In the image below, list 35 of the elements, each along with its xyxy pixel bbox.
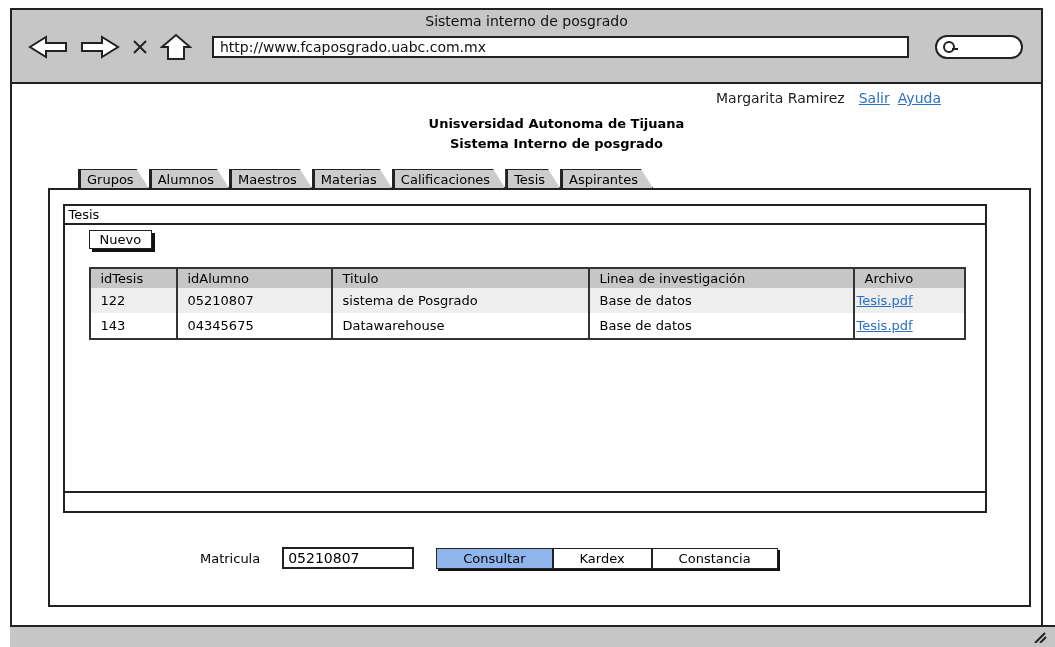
column-header: idAlumno — [175, 269, 331, 288]
tab[interactable]: Materias — [311, 169, 392, 188]
header-link[interactable]: Salir — [858, 90, 890, 106]
table-cell: 05210807 — [175, 288, 331, 313]
action-button[interactable]: Consultar — [437, 548, 552, 568]
forward-arrow-icon[interactable] — [80, 35, 120, 59]
user-name: Margarita Ramirez — [716, 90, 845, 106]
table-cell: Base de datos — [587, 288, 853, 313]
home-icon[interactable] — [160, 33, 192, 61]
tab[interactable]: Maestros — [229, 169, 312, 188]
panel-title: Tesis — [64, 206, 985, 225]
close-icon[interactable] — [132, 39, 148, 55]
matricula-field[interactable]: 05210807 — [282, 547, 415, 569]
page-heading: Sistema Interno de posgrado — [450, 136, 663, 151]
resize-grip-icon[interactable] — [1033, 631, 1047, 643]
back-arrow-icon[interactable] — [28, 35, 68, 59]
tab[interactable]: Aspirantes — [560, 169, 653, 188]
column-header: Titulo — [330, 269, 588, 288]
tab[interactable]: Tesis — [505, 169, 561, 188]
file-link[interactable]: Tesis.pdf — [856, 318, 913, 333]
column-header: Linea de investigación — [587, 269, 853, 288]
search-icon[interactable] — [935, 34, 1025, 60]
column-header: idTesis — [90, 269, 176, 288]
window-title: Sistema interno de posgrado — [425, 13, 628, 29]
table-cell: 122 — [90, 288, 176, 313]
url-field[interactable]: http://www.fcaposgrado.uabc.com.mx — [212, 36, 909, 58]
tab[interactable]: Grupos — [78, 169, 149, 188]
table-cell: sistema de Posgrado — [330, 288, 588, 313]
tab[interactable]: Alumnos — [148, 169, 229, 188]
column-header: Archivo — [852, 269, 964, 288]
new-button[interactable]: Nuevo — [88, 230, 153, 249]
page-heading: Unisversidad Autonoma de Tijuana — [428, 116, 685, 131]
header-link[interactable]: Ayuda — [897, 90, 941, 106]
tab[interactable]: Calificaciones — [391, 169, 506, 188]
field-label: Matricula — [200, 550, 261, 566]
